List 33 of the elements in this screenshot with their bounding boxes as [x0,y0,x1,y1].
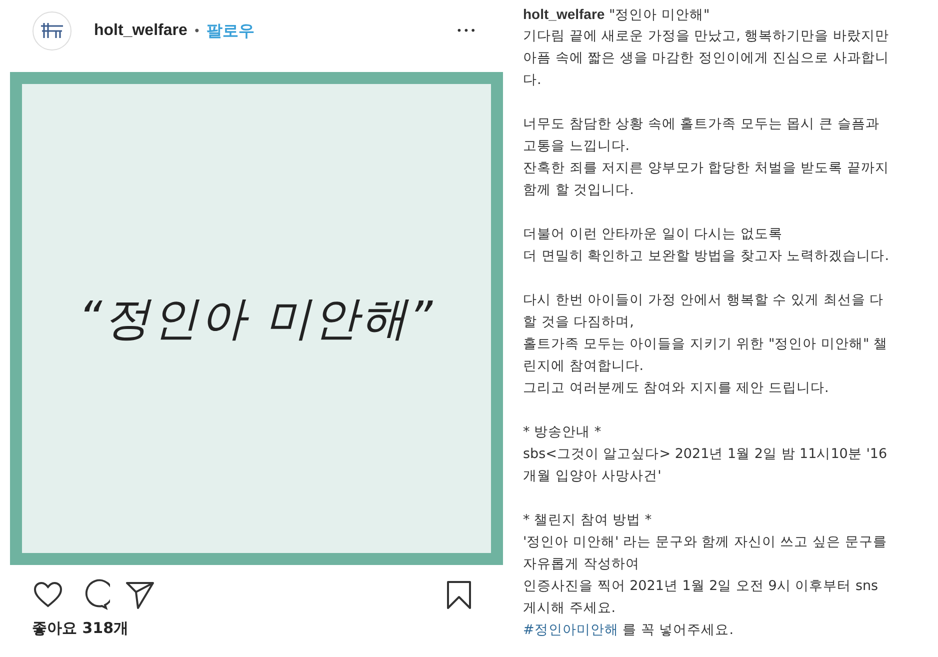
avatar-icon[interactable] [32,11,72,51]
caption-line: 아픔 속에 짧은 생을 마감한 정인이에게 진심으로 사과합니 [523,49,890,68]
caption-line: sbs<그것이 알고싶다> 2021년 1월 2일 밤 11시10분 '16 [523,445,888,464]
caption-line: 다시 한번 아이들이 가정 안에서 행복할 수 있게 최선을 다 [523,291,885,310]
caption-username[interactable]: holt_welfare [523,6,605,22]
caption-line: 그리고 여러분께도 참여와 지지를 제안 드립니다. [523,379,830,398]
username-link[interactable]: holt_welfare [94,22,188,40]
caption-line: 기다림 끝에 새로운 가정을 만났고, 행복하기만을 바랐지만 [523,27,890,46]
caption-line: 너무도 참담한 상황 속에 홀트가족 모두는 몹시 큰 슬픔과 [523,115,880,134]
caption-line: * 방송안내 * [523,423,602,442]
caption-line: 린지에 참여합니다. [523,357,645,376]
caption-title: "정인아 미안해" [609,7,710,23]
more-menu[interactable]: ••• [456,26,477,36]
caption-line: 게시해 주세요. [523,599,617,618]
caption-line: 함께 할 것입니다. [523,181,635,200]
caption-line: 더불어 이런 안타까운 일이 다시는 없도록 [523,225,784,244]
caption-line: 고통을 느낍니다. [523,137,631,156]
hashtag-link[interactable]: #정인아미안해 [523,622,618,638]
caption-line: 할 것을 다짐하며, [523,313,635,332]
caption-line: 다. [523,71,542,90]
caption-line: 개월 입양아 사망사건' [523,467,662,486]
caption-line: 를 꼭 넣어주세요. [622,622,734,638]
likes-count[interactable]: 좋아요 318개 [0,611,513,638]
caption-line: 인증사진을 찍어 2021년 1월 2일 오전 9시 이후부터 sns [523,577,880,596]
image-text: “정인아 미안해” [78,290,435,346]
caption-line: * 챌린지 참여 방법 * [523,511,653,530]
send-icon[interactable] [124,579,156,611]
caption-line: '정인아 미안해' 라는 문구와 함께 자신이 쓰고 싶은 문구를 [523,533,888,552]
caption-line: 잔혹한 죄를 저지른 양부모가 합당한 처벌을 받도록 끝까지 [523,159,890,178]
separator-dot: • [193,24,200,38]
caption-line: 홀트가족 모두는 아이들을 지키기 위한 "정인아 미안해" 챌 [523,335,888,354]
caption-line: 자유롭게 작성하여 [523,555,640,574]
caption-line: 더 면밀히 확인하고 보완할 방법을 찾고자 노력하겠습니다. [523,247,890,266]
